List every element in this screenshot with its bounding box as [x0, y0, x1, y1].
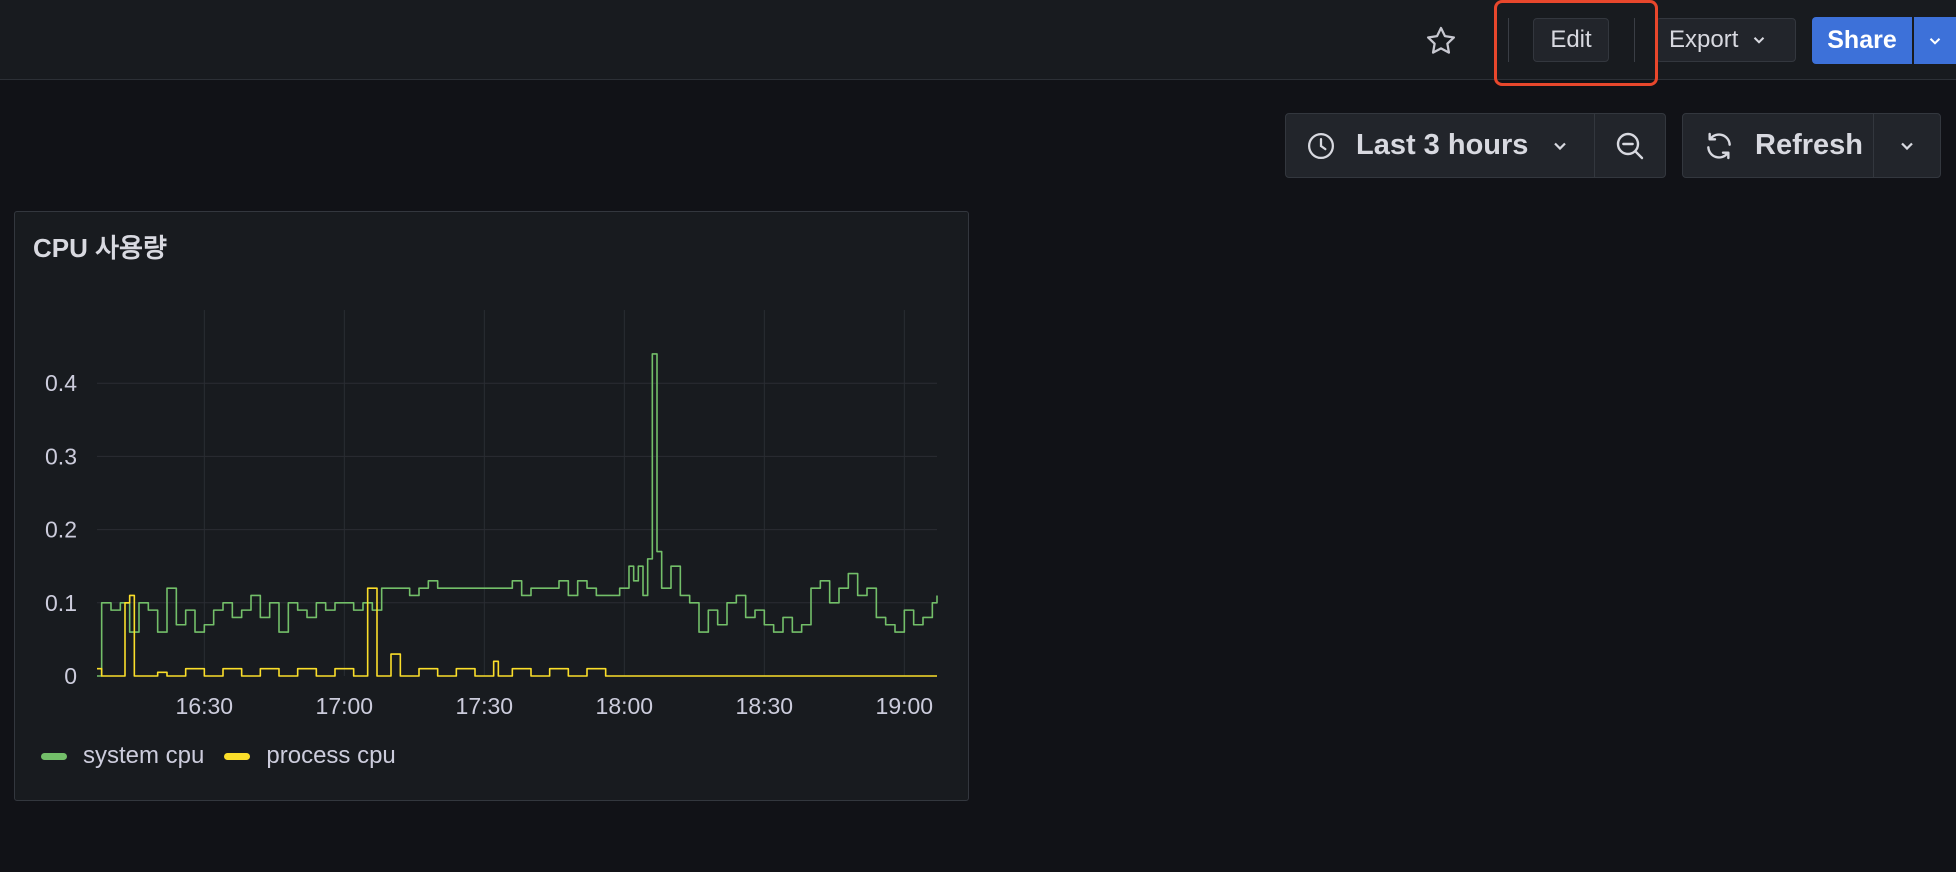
chevron-down-icon [1901, 142, 1913, 150]
chevron-down-icon [1554, 142, 1567, 150]
legend-swatch [224, 752, 251, 760]
chart-legend: system cpu process cpu [41, 742, 416, 770]
time-range-label: Last 3 hours [1356, 129, 1529, 161]
time-range-picker[interactable]: Last 3 hours [1285, 113, 1595, 178]
y-tick-label: 0.1 [45, 590, 77, 616]
refresh-interval-picker[interactable] [1873, 113, 1941, 178]
share-button[interactable]: Share [1812, 17, 1912, 64]
zoom-out-icon [1616, 132, 1644, 159]
x-tick-label: 19:00 [876, 693, 934, 719]
y-tick-label: 0.3 [45, 443, 77, 469]
chevron-down-icon [1929, 37, 1941, 45]
y-tick-label: 0.2 [45, 517, 77, 543]
star-icon [1426, 26, 1456, 54]
cpu-usage-chart[interactable]: 0 0.1 0.2 0.3 0.4 16:30 17:00 17:30 18:00 18:30 19… [15, 212, 968, 800]
y-tick-label: 0.4 [45, 370, 77, 396]
refresh-button[interactable]: Refresh [1682, 113, 1874, 178]
legend-label: system cpu [83, 742, 205, 769]
x-tick-label: 17:30 [456, 693, 514, 719]
y-tick-label: 0 [64, 663, 77, 689]
x-tick-label: 17:00 [316, 693, 374, 719]
legend-label: process cpu [266, 742, 396, 769]
star-button[interactable] [1420, 20, 1462, 62]
export-button[interactable]: Export [1656, 18, 1796, 62]
x-tick-label: 18:30 [736, 693, 794, 719]
cpu-usage-panel: CPU 사용량 0 0.1 0.2 0.3 0.4 16:30 17:00 17:30 18:0… [14, 211, 969, 801]
clock-icon [1308, 132, 1334, 159]
x-tick-label: 16:30 [176, 693, 234, 719]
chevron-down-icon [1754, 37, 1765, 44]
x-tick-label: 18:00 [596, 693, 654, 719]
legend-item[interactable]: system cpu [41, 742, 204, 770]
refresh-label: Refresh [1755, 129, 1863, 161]
legend-item[interactable]: process cpu [224, 742, 396, 770]
series-line-system-cpu [97, 353, 938, 677]
refresh-icon [1707, 132, 1731, 159]
legend-swatch [41, 752, 67, 760]
share-options-button[interactable] [1914, 17, 1956, 64]
export-label: Export [1669, 26, 1739, 53]
dashboard-toolbar: Edit Export Share [0, 0, 1956, 80]
edit-button-highlight [1494, 0, 1658, 86]
zoom-out-button[interactable] [1594, 113, 1666, 178]
